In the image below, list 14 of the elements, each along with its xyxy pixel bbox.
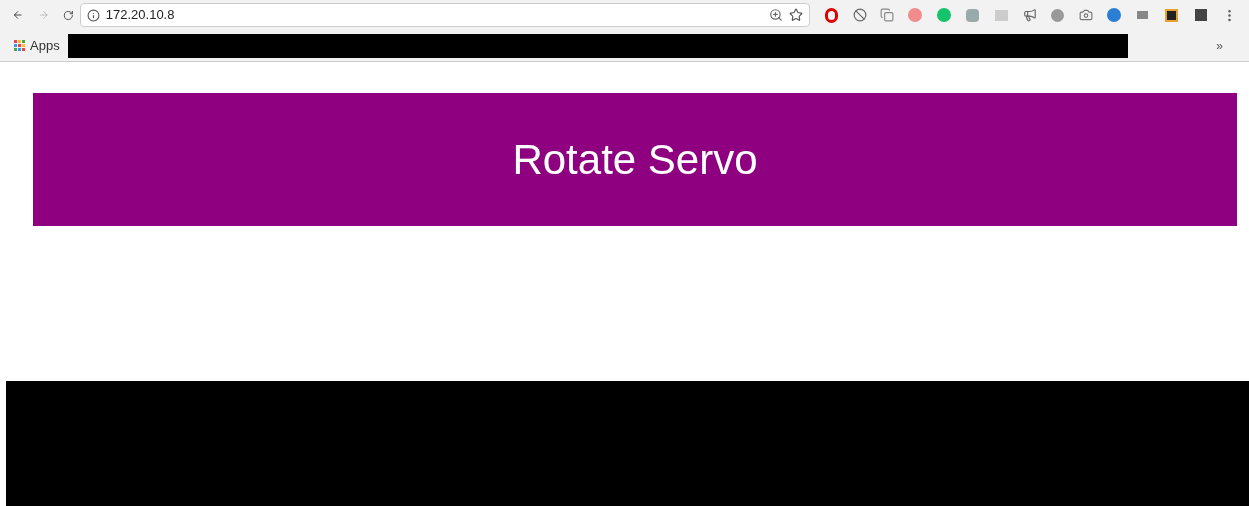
zoom-icon[interactable] [769, 8, 783, 22]
apps-grid-icon [14, 40, 25, 51]
page-title: Rotate Servo [512, 135, 758, 185]
address-bar[interactable]: 172.20.10.8 [79, 3, 810, 27]
camera-icon[interactable] [1079, 8, 1093, 22]
terminal-icon[interactable] [1164, 7, 1180, 23]
info-icon [86, 8, 100, 22]
bookmark-star-icon[interactable] [789, 8, 803, 22]
megaphone-icon[interactable] [1023, 8, 1037, 22]
block-icon[interactable] [853, 8, 867, 22]
url-text: 172.20.10.8 [105, 6, 175, 25]
windows-icon[interactable] [880, 8, 894, 22]
apps-shortcut[interactable]: Apps [30, 35, 60, 56]
bookmarks-overflow[interactable]: » [1216, 36, 1223, 55]
